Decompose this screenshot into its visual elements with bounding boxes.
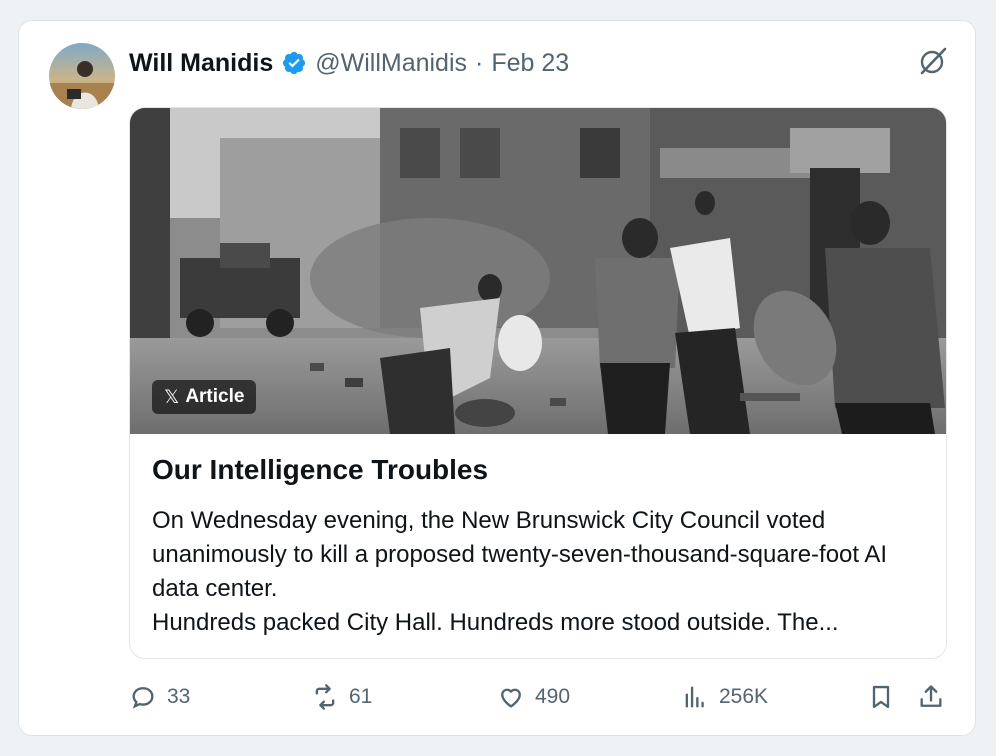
share-icon xyxy=(920,685,942,707)
article-title[interactable]: Our Intelligence Troubles xyxy=(152,454,488,486)
repost-button[interactable]: 61 xyxy=(311,677,372,717)
bookmark-button[interactable] xyxy=(867,677,895,717)
views-button[interactable]: 256K xyxy=(681,677,768,717)
avatar-image xyxy=(49,43,115,109)
article-excerpt-line: On Wednesday evening, the New Brunswick … xyxy=(152,507,888,602)
like-button[interactable]: 490 xyxy=(497,677,570,717)
header-separator: · xyxy=(475,48,484,77)
article-card[interactable]: 𝕏 Article Our Intelligence Troubles On W… xyxy=(129,107,947,659)
article-badge: 𝕏 Article xyxy=(152,380,257,414)
tweet-card[interactable]: Will Manidis @WillManidis · Feb 23 𝕏 Art… xyxy=(18,20,976,736)
tweet-date[interactable]: Feb 23 xyxy=(491,49,569,78)
author-handle[interactable]: @WillManidis xyxy=(315,49,467,78)
article-excerpt-line: Hundreds packed City Hall. Hundreds more… xyxy=(152,609,839,636)
author-display-name[interactable]: Will Manidis xyxy=(129,49,273,78)
reply-count: 33 xyxy=(167,685,191,708)
repost-count: 61 xyxy=(349,685,373,708)
heart-icon xyxy=(501,688,521,708)
repost-icon xyxy=(315,684,335,710)
share-button[interactable] xyxy=(917,677,945,717)
avatar[interactable] xyxy=(49,43,115,109)
tweet-actions: 33 61 490 256K xyxy=(129,677,949,717)
like-count: 490 xyxy=(535,685,571,708)
view-count: 256K xyxy=(719,685,769,708)
tweet-header: Will Manidis @WillManidis · Feb 23 xyxy=(129,43,569,83)
article-badge-label: Article xyxy=(185,386,245,407)
bookmark-icon xyxy=(872,685,890,709)
grok-icon[interactable] xyxy=(917,45,949,77)
analytics-bars-icon xyxy=(685,686,704,708)
reply-icon xyxy=(132,687,154,709)
article-excerpt[interactable]: On Wednesday evening, the New Brunswick … xyxy=(152,504,922,640)
x-logo-icon: 𝕏 xyxy=(164,386,180,408)
reply-button[interactable]: 33 xyxy=(129,677,190,717)
verified-badge-icon[interactable] xyxy=(281,50,307,76)
